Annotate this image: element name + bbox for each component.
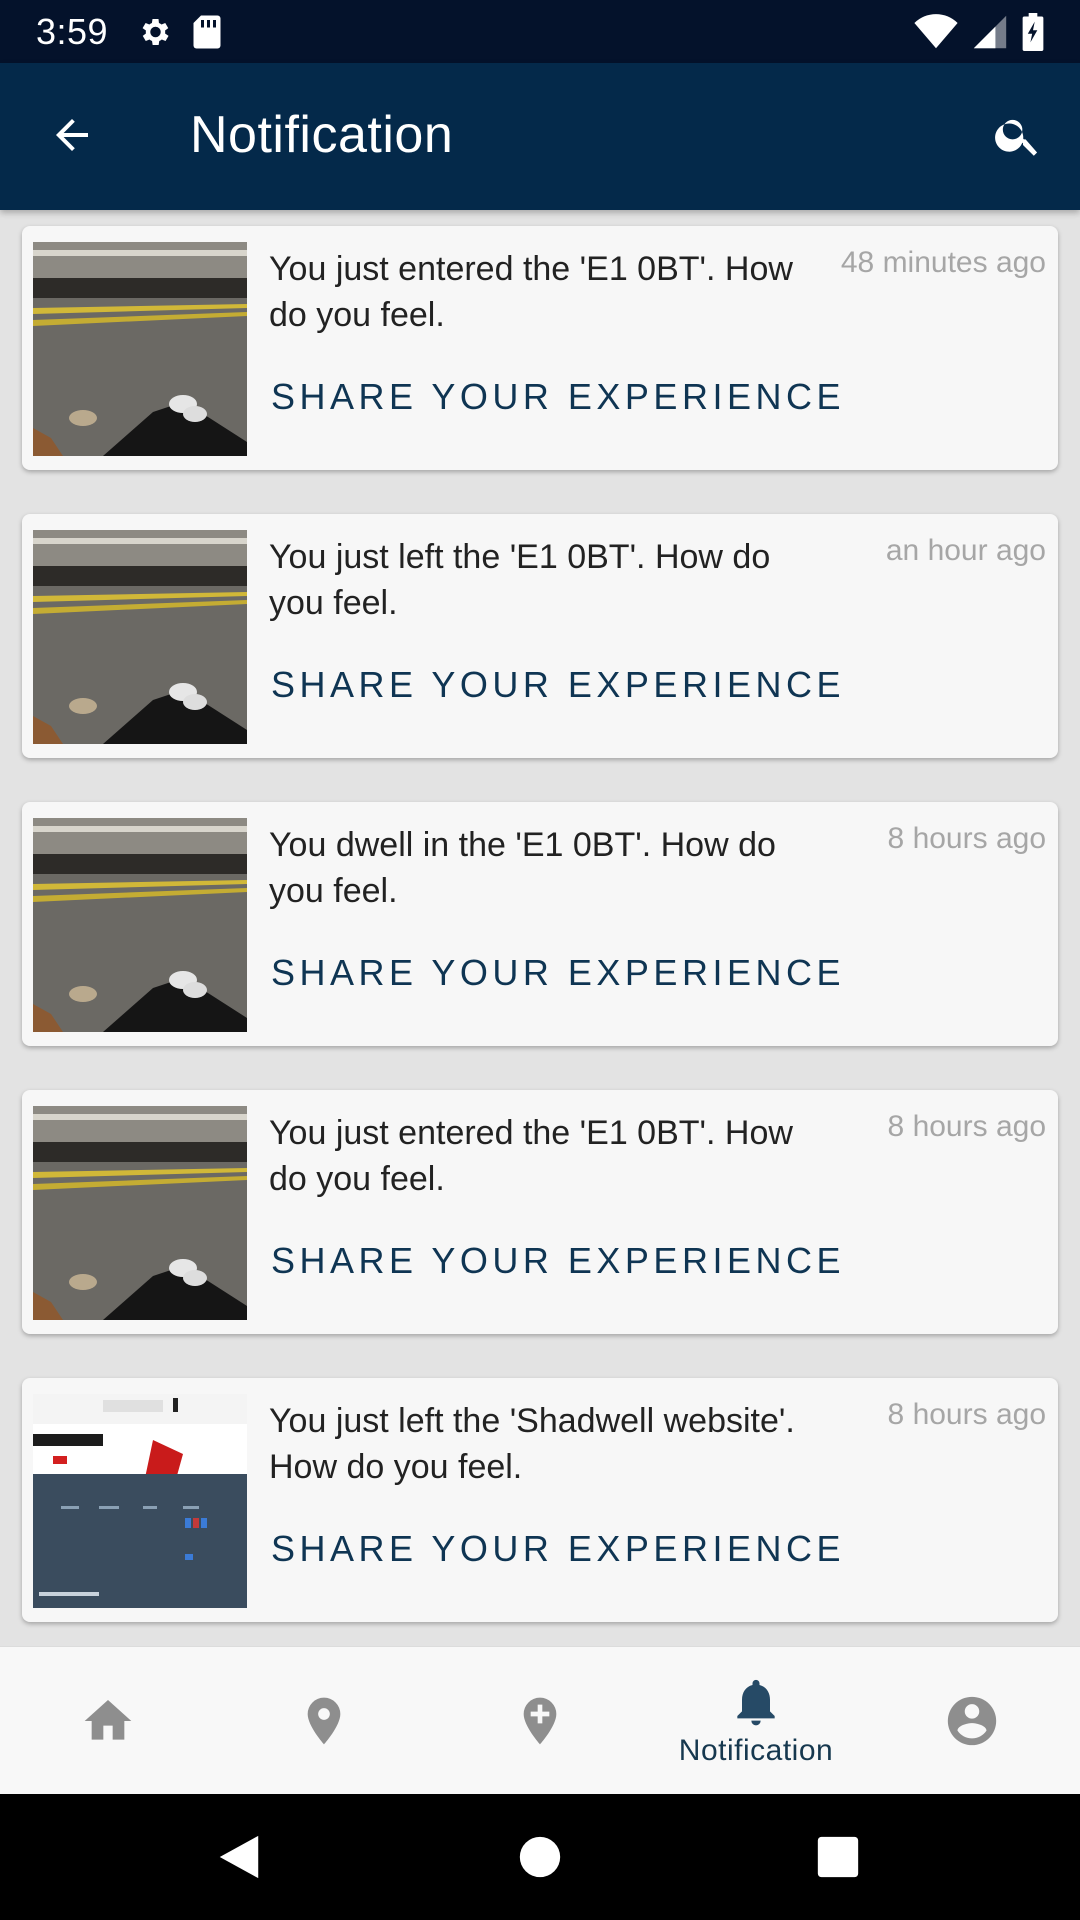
status-bar: 3:59 [0, 0, 1080, 63]
notification-thumbnail [33, 818, 247, 1032]
nav-item-home[interactable] [0, 1647, 216, 1795]
square-recents-icon [817, 1836, 859, 1878]
triangle-back-icon [219, 1835, 259, 1879]
notification-time: 8 hours ago [887, 1398, 1046, 1431]
nav-item-add-location[interactable] [432, 1647, 648, 1795]
notification-message: You just entered the 'E1 0BT'. How do yo… [269, 1114, 793, 1198]
bottom-navigation: Notification [0, 1646, 1080, 1794]
notification-message: You dwell in the 'E1 0BT'. How do you fe… [269, 826, 776, 910]
notification-card[interactable]: You dwell in the 'E1 0BT'. How do you fe… [22, 802, 1058, 1046]
system-back-button[interactable] [206, 1824, 272, 1890]
notification-card[interactable]: You just left the 'E1 0BT'. How do you f… [22, 514, 1058, 758]
back-button[interactable] [40, 103, 104, 167]
notification-thumbnail [33, 530, 247, 744]
app-bar: Notification [0, 63, 1080, 210]
cell-signal-icon [972, 14, 1008, 50]
battery-icon [1022, 12, 1044, 51]
sd-card-icon [192, 14, 222, 50]
search-icon [995, 119, 1038, 156]
search-button[interactable] [986, 103, 1050, 167]
nav-item-map[interactable] [216, 1647, 432, 1795]
share-experience-button[interactable]: SHARE YOUR EXPERIENCE [271, 952, 845, 994]
bell-icon [737, 1679, 775, 1726]
page-title: Notification [190, 106, 454, 164]
notification-list: You just entered the 'E1 0BT'. How do yo… [0, 210, 1080, 1646]
notification-time: 48 minutes ago [840, 246, 1046, 279]
status-time: 3:59 [36, 10, 109, 52]
notification-card[interactable]: You just entered the 'E1 0BT'. How do yo… [22, 226, 1058, 470]
notification-card[interactable]: You just left the 'Shadwell website'. Ho… [22, 1378, 1058, 1622]
map-pin-icon [307, 1697, 341, 1745]
nav-item-notification[interactable]: Notification [648, 1647, 864, 1795]
notification-message: You just left the 'Shadwell website'. Ho… [269, 1402, 795, 1486]
wifi-icon [914, 13, 958, 50]
circle-home-icon [519, 1836, 561, 1878]
notification-time: 8 hours ago [887, 1110, 1046, 1143]
share-experience-button[interactable]: SHARE YOUR EXPERIENCE [271, 376, 845, 418]
system-home-button[interactable] [507, 1824, 573, 1890]
share-experience-button[interactable]: SHARE YOUR EXPERIENCE [271, 1240, 845, 1282]
share-experience-button[interactable]: SHARE YOUR EXPERIENCE [271, 1528, 845, 1570]
notification-message: You just left the 'E1 0BT'. How do you f… [269, 538, 771, 622]
arrow-back-icon [56, 119, 88, 151]
notification-time: 8 hours ago [887, 822, 1046, 855]
system-navigation-bar [0, 1794, 1080, 1920]
notification-message: You just entered the 'E1 0BT'. How do yo… [269, 250, 793, 334]
settings-icon [136, 14, 172, 50]
notification-thumbnail [33, 1394, 247, 1608]
notification-card[interactable]: You just entered the 'E1 0BT'. How do yo… [22, 1090, 1058, 1334]
home-icon [84, 1700, 132, 1740]
account-icon [947, 1696, 997, 1746]
nav-label-notification: Notification [678, 1734, 834, 1767]
nav-item-profile[interactable] [864, 1647, 1080, 1795]
system-recents-button[interactable] [805, 1824, 871, 1890]
add-location-icon [523, 1697, 557, 1745]
notification-time: an hour ago [885, 534, 1046, 567]
notification-thumbnail [33, 242, 247, 456]
notification-thumbnail [33, 1106, 247, 1320]
share-experience-button[interactable]: SHARE YOUR EXPERIENCE [271, 664, 845, 706]
